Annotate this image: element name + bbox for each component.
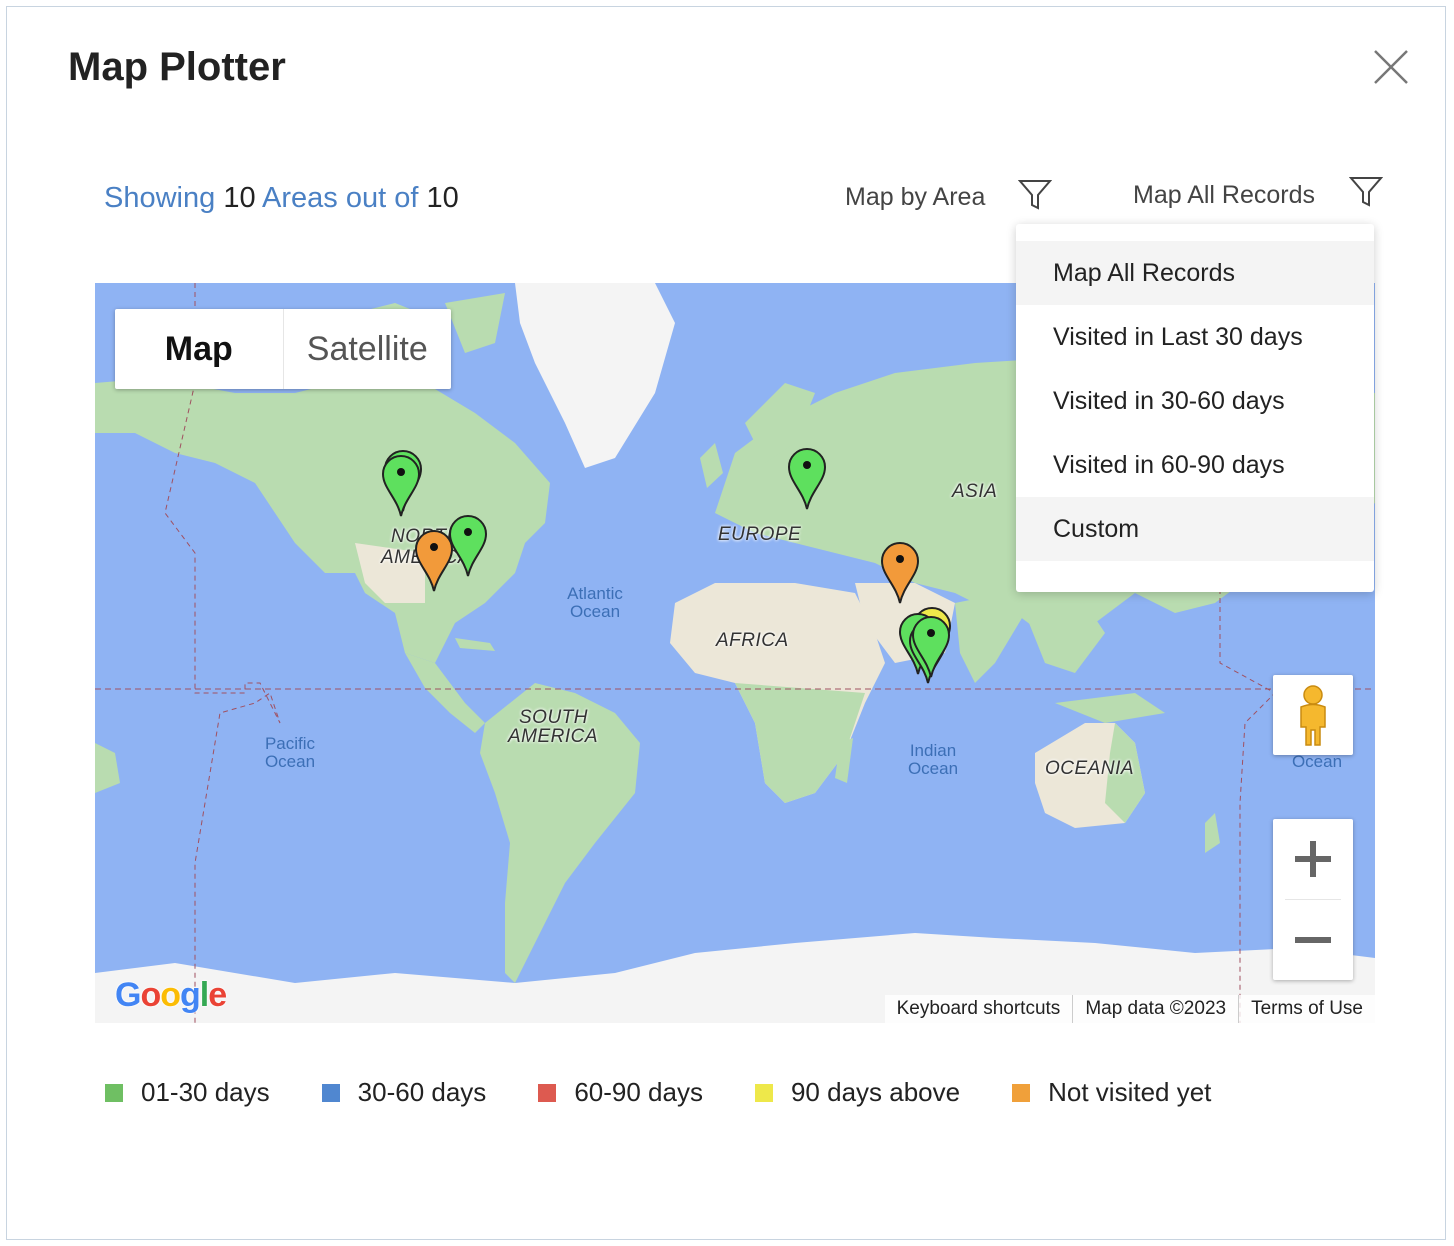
legend-label: Not visited yet <box>1048 1077 1212 1107</box>
plus-icon <box>1295 841 1331 877</box>
minus-icon <box>1295 937 1331 943</box>
legend-label: 90 days above <box>790 1077 961 1107</box>
zoom-out-button[interactable] <box>1273 900 1353 980</box>
map-marker[interactable] <box>448 515 488 577</box>
legend-item: 90 days above <box>754 1077 961 1108</box>
map-marker[interactable] <box>381 455 421 517</box>
legend-swatch <box>105 1083 123 1102</box>
map-all-records-filter[interactable]: Map All Records <box>1133 181 1315 210</box>
pegman-icon <box>1300 685 1326 746</box>
close-icon[interactable] <box>1373 49 1409 85</box>
total-count: 10 <box>426 182 459 214</box>
legend-swatch <box>321 1083 340 1102</box>
google-logo: Google <box>115 976 227 1014</box>
area-filter-funnel-icon[interactable] <box>1018 178 1052 212</box>
map-by-area-filter[interactable]: Map by Area <box>845 183 985 212</box>
records-filter-funnel-icon[interactable] <box>1349 175 1383 209</box>
dialog-title: Map Plotter <box>68 45 286 89</box>
map-marker[interactable] <box>414 530 454 592</box>
map-data-text: Map data ©2023 <box>1072 995 1238 1023</box>
legend-swatch <box>538 1083 557 1102</box>
dropdown-item[interactable]: Custom <box>1016 497 1374 561</box>
legend-swatch <box>754 1083 773 1102</box>
map-type-control: Map Satellite <box>115 309 451 389</box>
dropdown-item[interactable]: Visited in 30-60 days <box>1016 369 1374 433</box>
map-view-button[interactable]: Map <box>115 309 284 389</box>
legend-item: 30-60 days <box>321 1077 487 1108</box>
dropdown-item[interactable]: Visited in Last 30 days <box>1016 305 1374 369</box>
dropdown-item[interactable]: Visited in 60-90 days <box>1016 433 1374 497</box>
legend-item: 60-90 days <box>538 1077 703 1108</box>
records-filter-dropdown: Map All Records Visited in Last 30 days Vi… <box>1016 224 1374 592</box>
zoom-in-button[interactable] <box>1273 819 1353 899</box>
areas-label: Areas out of <box>262 182 419 214</box>
street-view-pegman[interactable] <box>1273 675 1353 755</box>
legend-label: 60-90 days <box>574 1077 703 1107</box>
terms-of-use-link[interactable]: Terms of Use <box>1238 995 1375 1023</box>
map-attribution: Keyboard shortcuts Map data ©2023 Terms … <box>884 995 1375 1023</box>
shown-count: 10 <box>223 182 256 214</box>
legend-label: 01-30 days <box>141 1077 270 1107</box>
zoom-control <box>1273 819 1353 980</box>
legend-item: Not visited yet <box>1012 1077 1211 1108</box>
keyboard-shortcuts-link[interactable]: Keyboard shortcuts <box>885 995 1073 1023</box>
satellite-view-button[interactable]: Satellite <box>284 309 452 389</box>
legend-label: 30-60 days <box>357 1077 487 1107</box>
legend: 01-30 days 30-60 days 60-90 days 90 days ab… <box>105 1077 1263 1108</box>
showing-summary: Showing 10 Areas out of 10 <box>104 182 459 215</box>
map-marker[interactable] <box>880 542 920 604</box>
showing-label: Showing <box>104 182 216 214</box>
dropdown-item[interactable]: Map All Records <box>1016 241 1374 305</box>
legend-swatch <box>1012 1083 1031 1102</box>
legend-item: 01-30 days <box>105 1077 270 1108</box>
map-marker[interactable] <box>787 448 827 510</box>
